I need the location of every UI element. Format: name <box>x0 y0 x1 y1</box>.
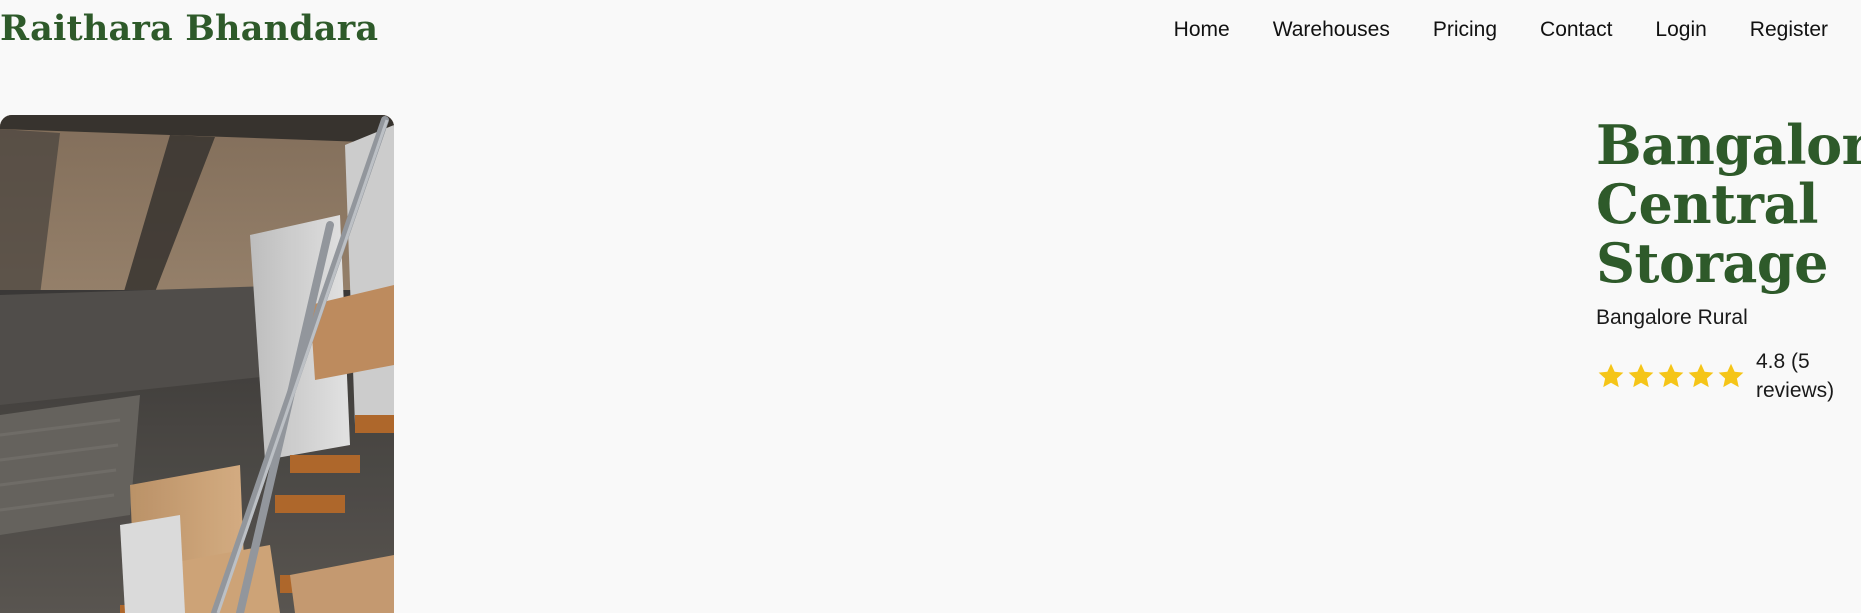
nav-link-register[interactable]: Register <box>1750 18 1828 42</box>
star-icon <box>1656 361 1686 391</box>
warehouse-shelves-image <box>0 115 394 613</box>
warehouse-photo <box>0 115 394 613</box>
nav-link-pricing[interactable]: Pricing <box>1433 18 1497 42</box>
nav-link-warehouses[interactable]: Warehouses <box>1273 18 1390 42</box>
rating-row: 4.8 (5 reviews) <box>1596 347 1856 405</box>
listing-details: Bangalore Central Storage Bangalore Rura… <box>1596 113 1861 405</box>
rating-summary: 4.8 (5 reviews) <box>1756 350 1835 402</box>
warehouse-location: Bangalore Rural <box>1596 306 1748 329</box>
nav-link-login[interactable]: Login <box>1655 18 1706 42</box>
star-icon <box>1686 361 1716 391</box>
star-icon <box>1716 361 1746 391</box>
nav-link-contact[interactable]: Contact <box>1540 18 1612 42</box>
nav-link-home[interactable]: Home <box>1174 18 1230 42</box>
top-nav: Home Warehouses Pricing Contact Login Re… <box>1131 18 1828 42</box>
star-icon <box>1626 361 1656 391</box>
brand-logo[interactable]: Raithara Bhandara <box>0 8 378 49</box>
rating-stars <box>1596 361 1746 391</box>
warehouse-title: Bangalore Central Storage <box>1596 113 1861 295</box>
star-icon <box>1596 361 1626 391</box>
